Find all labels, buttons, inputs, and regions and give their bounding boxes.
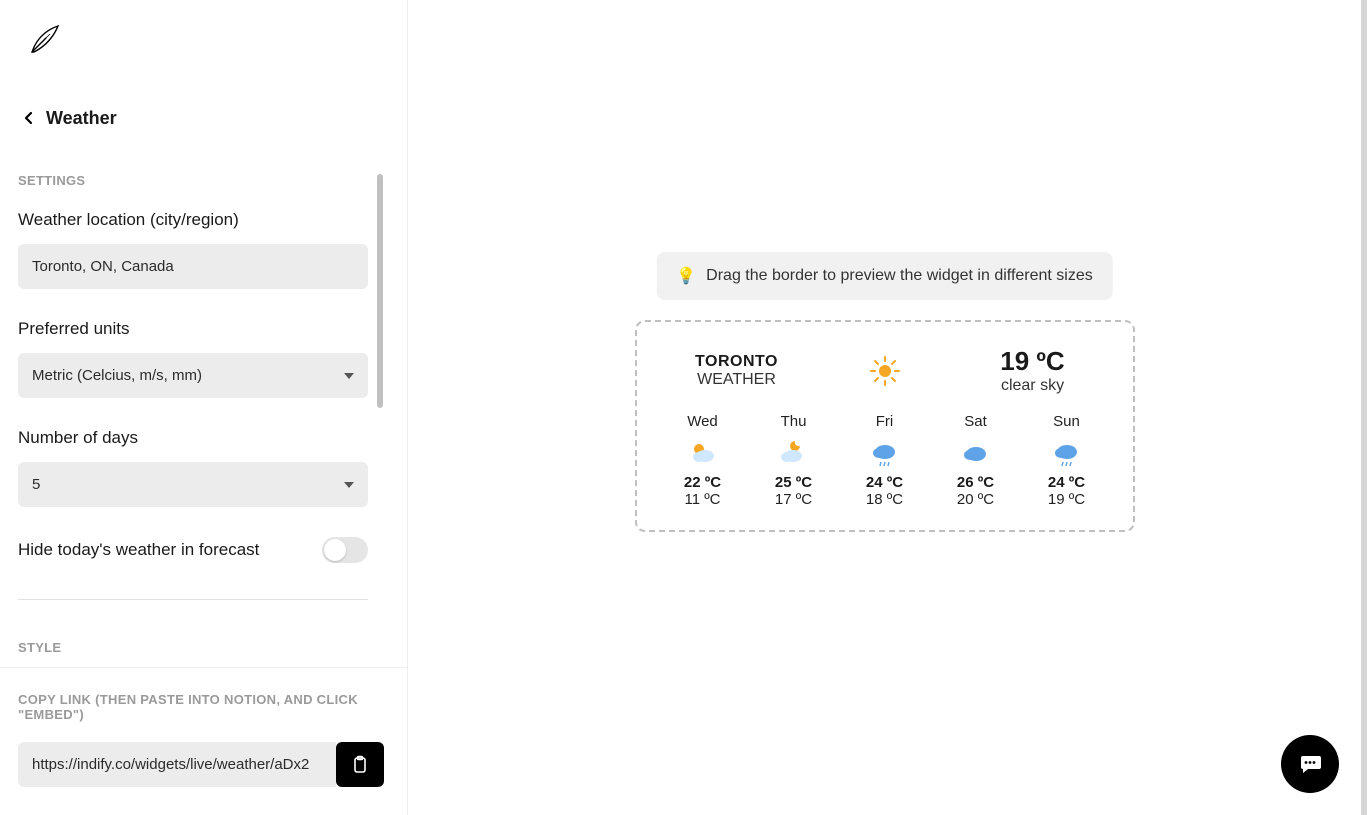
forecast-high: 25 ºC	[758, 474, 830, 491]
sun-icon	[868, 354, 902, 388]
forecast-day: Wed 22 ºC11 ºC	[667, 413, 739, 508]
scrollbar-thumb[interactable]	[377, 174, 383, 408]
logo-area	[0, 0, 407, 61]
header-row: Weather	[0, 61, 407, 129]
forecast-low: 20 ºC	[940, 491, 1012, 508]
forecast-day-name: Sat	[940, 413, 1012, 430]
copy-button[interactable]	[336, 742, 384, 787]
widget-subtitle: WEATHER	[667, 371, 807, 389]
forecast-high: 24 ºC	[1031, 474, 1103, 491]
forecast-day: Thu 25 ºC17 ºC	[758, 413, 830, 508]
chevron-down-icon	[344, 373, 354, 379]
chevron-left-icon	[22, 111, 36, 125]
preview-area: 💡 Drag the border to preview the widget …	[408, 0, 1361, 815]
cloud-rain-icon	[849, 438, 921, 468]
chat-button[interactable]	[1281, 735, 1339, 793]
units-label: Preferred units	[18, 319, 389, 339]
copy-link-row: https://indify.co/widgets/live/weather/a…	[18, 742, 384, 787]
hide-today-toggle[interactable]	[322, 537, 368, 563]
sun-cloud-icon	[667, 438, 739, 468]
settings-panel: SETTINGS Weather location (city/region) …	[0, 173, 407, 667]
widget-header: TORONTO WEATHER 19 ºC clear sky	[667, 346, 1103, 395]
forecast-low: 19 ºC	[1031, 491, 1103, 508]
current-temp: 19 ºC	[963, 346, 1103, 377]
toggle-knob	[324, 539, 346, 561]
section-divider	[18, 599, 368, 600]
cloud-rain-icon	[1031, 438, 1103, 468]
copy-link-label: COPY LINK (THEN PASTE INTO NOTION, AND C…	[18, 692, 389, 722]
forecast-low: 11 ºC	[667, 491, 739, 508]
cloud-icon	[940, 438, 1012, 468]
forecast-high: 26 ºC	[940, 474, 1012, 491]
location-label: Weather location (city/region)	[18, 210, 389, 230]
forecast-day-name: Sun	[1031, 413, 1103, 430]
forecast-low: 17 ºC	[758, 491, 830, 508]
days-label: Number of days	[18, 428, 389, 448]
clipboard-icon	[350, 755, 370, 775]
days-value: 5	[32, 476, 40, 493]
forecast-day: Sat 26 ºC20 ºC	[940, 413, 1012, 508]
chevron-down-icon	[344, 482, 354, 488]
forecast-high: 22 ºC	[667, 474, 739, 491]
forecast-day-name: Fri	[849, 413, 921, 430]
page-title: Weather	[46, 108, 117, 129]
location-value: Toronto, ON, Canada	[32, 258, 174, 275]
style-section-label: STYLE	[18, 640, 389, 655]
forecast-row: Wed22 ºC11 ºCThu25 ºC17 ºCFri24 ºC18 ºCS…	[667, 413, 1103, 508]
city-name: TORONTO	[667, 353, 807, 371]
hint-text: Drag the border to preview the widget in…	[706, 267, 1093, 285]
weather-widget[interactable]: TORONTO WEATHER 19 ºC clear sky Wed 22 ºC…	[635, 320, 1135, 532]
moon-cloud-icon	[758, 438, 830, 468]
forecast-day: Sun 24 ºC19 ºC	[1031, 413, 1103, 508]
embed-url-input[interactable]: https://indify.co/widgets/live/weather/a…	[18, 742, 336, 787]
window-scrollbar[interactable]	[1361, 0, 1367, 815]
forecast-day: Fri 24 ºC18 ºC	[849, 413, 921, 508]
current-weather: 19 ºC clear sky	[963, 346, 1103, 395]
days-select[interactable]: 5	[18, 462, 368, 507]
city-block: TORONTO WEATHER	[667, 353, 807, 389]
sidebar: Weather SETTINGS Weather location (city/…	[0, 0, 408, 815]
forecast-high: 24 ºC	[849, 474, 921, 491]
location-input[interactable]: Toronto, ON, Canada	[18, 244, 368, 289]
chat-icon	[1297, 751, 1323, 777]
copy-link-section: COPY LINK (THEN PASTE INTO NOTION, AND C…	[0, 667, 407, 815]
units-select[interactable]: Metric (Celcius, m/s, mm)	[18, 353, 368, 398]
resize-hint: 💡 Drag the border to preview the widget …	[656, 252, 1113, 300]
units-value: Metric (Celcius, m/s, mm)	[32, 367, 202, 384]
forecast-low: 18 ºC	[849, 491, 921, 508]
hide-today-label: Hide today's weather in forecast	[18, 540, 259, 560]
settings-section-label: SETTINGS	[18, 173, 389, 188]
feather-logo-icon	[28, 24, 60, 56]
forecast-day-name: Thu	[758, 413, 830, 430]
forecast-day-name: Wed	[667, 413, 739, 430]
current-desc: clear sky	[963, 377, 1103, 395]
back-button[interactable]	[18, 107, 40, 129]
bulb-icon: 💡	[676, 266, 696, 286]
hide-today-row: Hide today's weather in forecast	[18, 537, 368, 563]
